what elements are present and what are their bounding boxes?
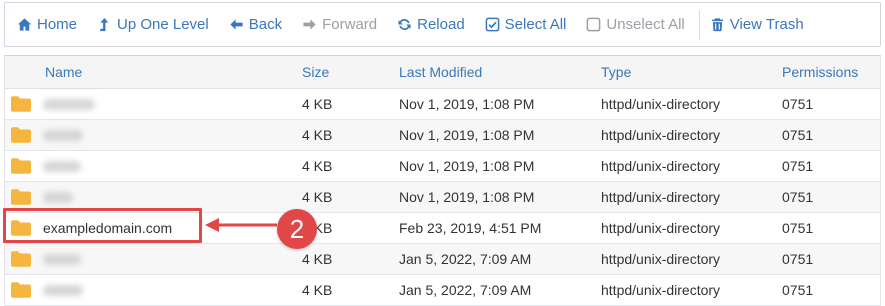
file-name-cell[interactable] <box>5 282 299 298</box>
last-modified: Nov 1, 2019, 1:08 PM <box>399 127 535 143</box>
file-manager-toolbar: Home Up One Level Back Forward Reload Se… <box>4 2 881 47</box>
folder-icon <box>11 189 31 205</box>
select-all-button[interactable]: Select All <box>485 16 567 33</box>
permissions: 0751 <box>782 220 814 236</box>
redacted-file-name[interactable] <box>43 284 83 296</box>
file-type: httpd/unix-directory <box>601 189 721 205</box>
home-icon <box>17 18 32 31</box>
file-type: httpd/unix-directory <box>601 282 721 298</box>
file-name-cell[interactable] <box>5 158 299 174</box>
checked-square-icon <box>485 17 500 32</box>
unselect-all-button[interactable]: Unselect All <box>586 16 685 33</box>
reload-icon <box>398 19 411 30</box>
reload-label: Reload <box>417 16 465 33</box>
last-modified: Nov 1, 2019, 1:08 PM <box>399 158 535 174</box>
file-name-cell[interactable] <box>5 96 299 112</box>
back-label: Back <box>248 16 283 33</box>
table-header: Name Size Last Modified Type Permissions <box>5 56 880 89</box>
column-header-last-modified[interactable]: Last Modified <box>399 64 601 80</box>
table-row[interactable]: 4 KB Jan 5, 2022, 7:09 AM httpd/unix-dir… <box>5 275 880 306</box>
redacted-file-name[interactable] <box>43 98 95 110</box>
last-modified: Jan 5, 2022, 7:09 AM <box>399 251 532 267</box>
forward-label: Forward <box>322 16 378 33</box>
last-modified: Nov 1, 2019, 1:08 PM <box>399 189 535 205</box>
file-name-cell[interactable] <box>5 127 299 143</box>
back-button[interactable]: Back <box>229 16 282 33</box>
table-body: 4 KB Nov 1, 2019, 1:08 PM httpd/unix-dir… <box>5 89 880 306</box>
redacted-file-name[interactable] <box>43 191 73 203</box>
highlight-box <box>3 208 202 243</box>
arrow-right-icon <box>303 19 316 30</box>
file-type: httpd/unix-directory <box>601 251 721 267</box>
file-type: httpd/unix-directory <box>601 127 721 143</box>
column-header-permissions[interactable]: Permissions <box>782 64 880 80</box>
permissions: 0751 <box>782 158 814 174</box>
file-size: 4 KB <box>302 96 333 112</box>
table-row[interactable]: 4 KB Nov 1, 2019, 1:08 PM httpd/unix-dir… <box>5 120 880 151</box>
up-one-level-button[interactable]: Up One Level <box>97 16 209 33</box>
step-number-badge: 2 <box>277 209 317 249</box>
redacted-file-name[interactable] <box>43 160 81 172</box>
empty-square-icon <box>587 17 601 32</box>
file-size: 4 KB <box>302 282 333 298</box>
unselect-all-label: Unselect All <box>606 16 685 33</box>
home-label: Home <box>37 16 78 33</box>
arrow-left-icon <box>230 19 243 30</box>
last-modified: Feb 23, 2019, 4:51 PM <box>399 220 542 236</box>
file-size: 4 KB <box>302 158 333 174</box>
last-modified: Jan 5, 2022, 7:09 AM <box>399 282 532 298</box>
up-one-level-label: Up One Level <box>117 16 209 33</box>
redacted-file-name[interactable] <box>43 129 83 141</box>
level-up-icon <box>100 17 109 32</box>
permissions: 0751 <box>782 282 814 298</box>
column-header-type[interactable]: Type <box>601 64 782 80</box>
redacted-file-name[interactable] <box>43 253 81 265</box>
table-row[interactable]: 4 KB Nov 1, 2019, 1:08 PM httpd/unix-dir… <box>5 89 880 120</box>
file-type: httpd/unix-directory <box>601 158 721 174</box>
folder-icon <box>11 251 31 267</box>
folder-icon <box>11 158 31 174</box>
view-trash-label: View Trash <box>729 16 804 33</box>
view-trash-button[interactable]: View Trash <box>710 16 804 33</box>
table-row[interactable]: 4 KB Jan 5, 2022, 7:09 AM httpd/unix-dir… <box>5 244 880 275</box>
select-all-label: Select All <box>504 16 567 33</box>
permissions: 0751 <box>782 251 814 267</box>
file-size: 4 KB <box>302 251 333 267</box>
home-button[interactable]: Home <box>17 16 77 33</box>
folder-icon <box>11 127 31 143</box>
permissions: 0751 <box>782 189 814 205</box>
trash-icon <box>711 18 723 32</box>
last-modified: Nov 1, 2019, 1:08 PM <box>399 96 535 112</box>
file-type: httpd/unix-directory <box>601 220 721 236</box>
arrow-left-annotation-icon <box>205 218 277 232</box>
file-name-cell[interactable] <box>5 189 299 205</box>
column-header-name[interactable]: Name <box>5 64 299 80</box>
toolbar-divider <box>698 9 700 40</box>
file-type: httpd/unix-directory <box>601 96 721 112</box>
permissions: 0751 <box>782 96 814 112</box>
file-size: 4 KB <box>302 189 333 205</box>
file-list-table: Name Size Last Modified Type Permissions… <box>4 55 881 306</box>
column-header-size[interactable]: Size <box>299 64 399 80</box>
file-name-cell[interactable] <box>5 251 299 267</box>
forward-button[interactable]: Forward <box>302 16 377 33</box>
permissions: 0751 <box>782 127 814 143</box>
file-size: 4 KB <box>302 127 333 143</box>
folder-icon <box>11 282 31 298</box>
reload-button[interactable]: Reload <box>397 16 465 33</box>
table-row[interactable]: 4 KB Nov 1, 2019, 1:08 PM httpd/unix-dir… <box>5 151 880 182</box>
folder-icon <box>11 96 31 112</box>
